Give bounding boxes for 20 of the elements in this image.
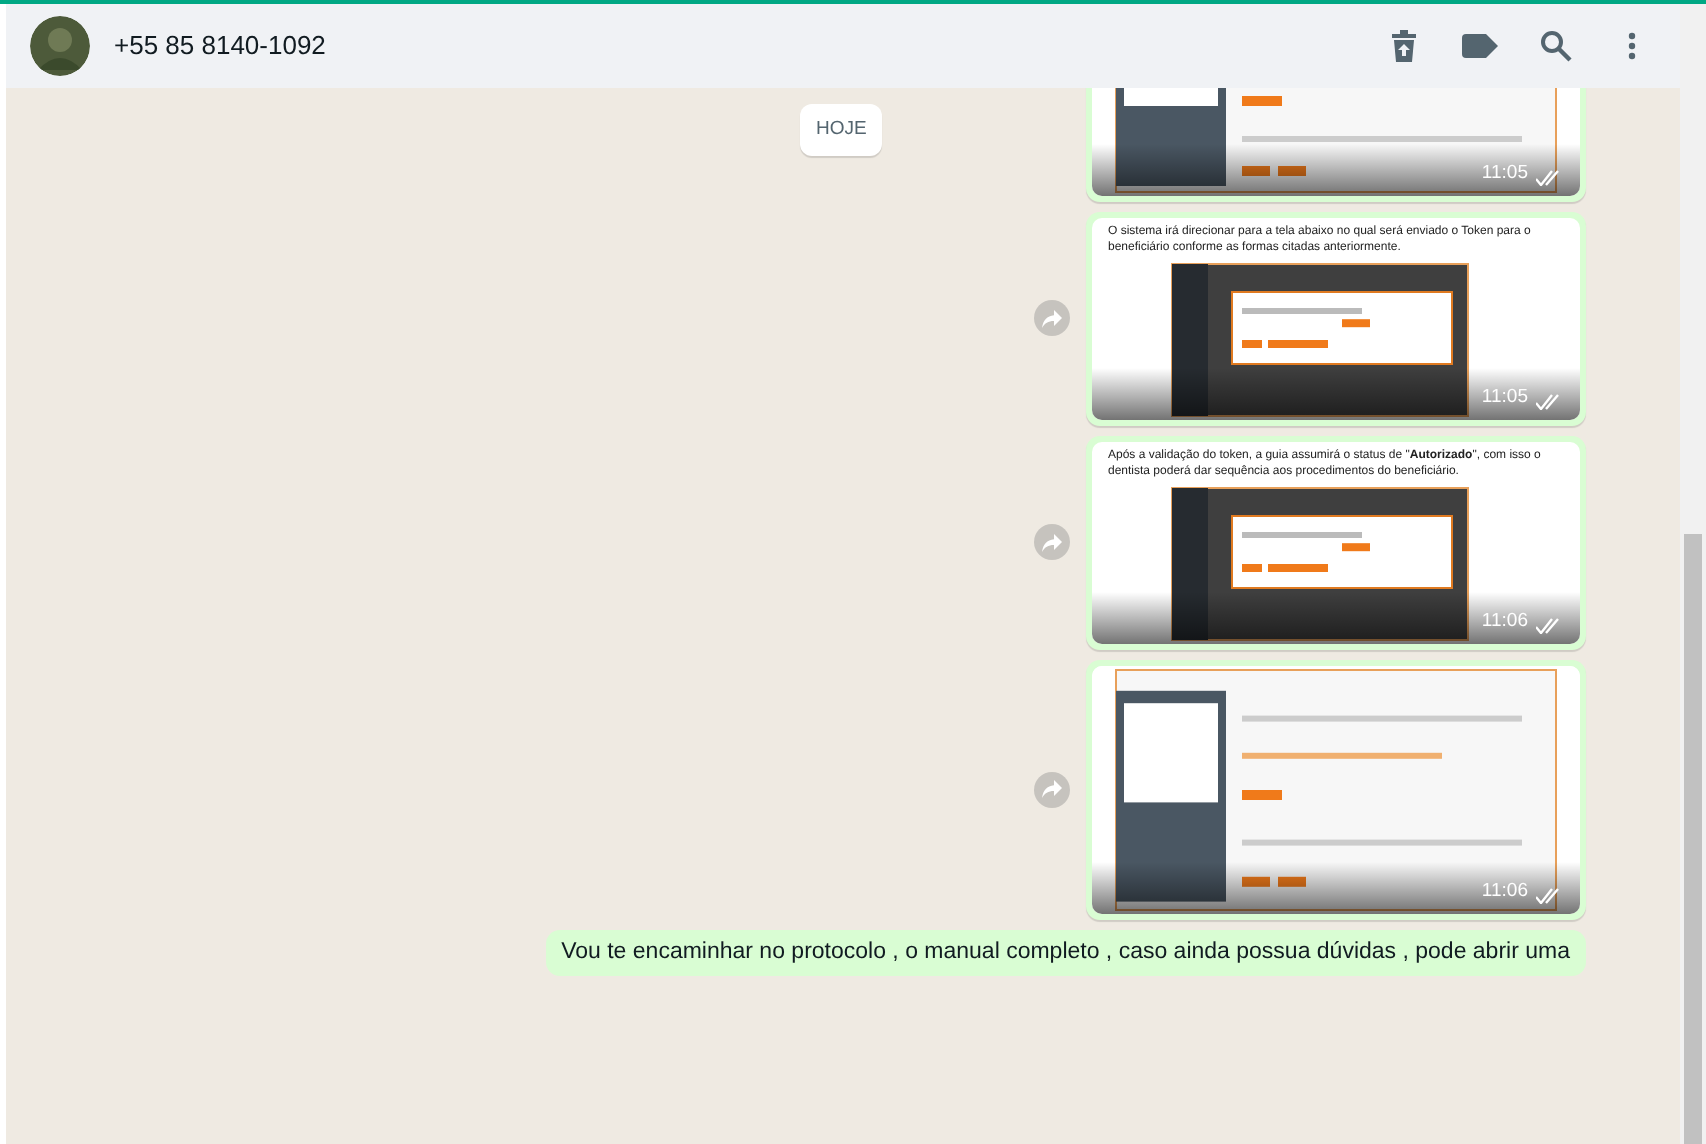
double-tick-icon — [1536, 169, 1564, 186]
contact-name[interactable]: +55 85 8140-1092 — [114, 26, 326, 66]
forward-icon — [1042, 309, 1062, 328]
double-tick-icon — [1536, 393, 1564, 410]
double-tick-icon — [1536, 617, 1564, 634]
menu-icon — [1628, 32, 1636, 60]
label-icon — [1462, 34, 1498, 58]
text-message: Vou te encaminhar no protocolo , o manual completo , caso ainda possua dúvidas , pode abrir uma — [545, 929, 1586, 976]
message-time: 11:05 — [1481, 383, 1528, 411]
message-time: 11:05 — [1481, 159, 1528, 187]
scrollbar[interactable] — [1680, 4, 1706, 1144]
double-tick-icon — [1536, 887, 1564, 904]
avatar[interactable] — [30, 16, 90, 76]
search-icon — [1540, 30, 1572, 62]
date-chip: HOJE — [800, 104, 883, 157]
forward-icon — [1042, 533, 1062, 552]
forward-icon — [1042, 780, 1062, 799]
trash-icon — [1390, 30, 1418, 62]
message-time: 11:06 — [1481, 877, 1528, 905]
message-time: 11:06 — [1481, 607, 1528, 635]
